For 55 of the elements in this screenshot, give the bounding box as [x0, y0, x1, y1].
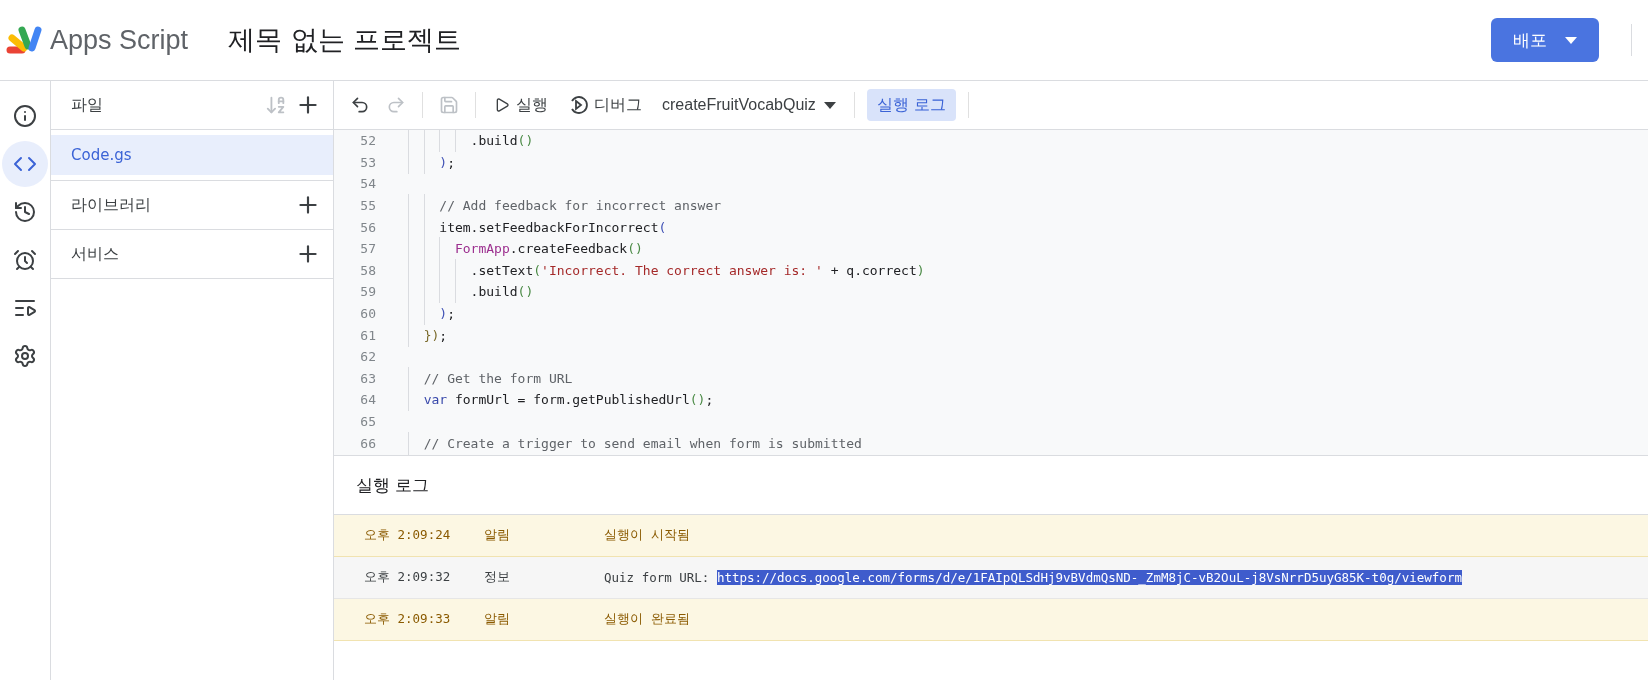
line-number: 66	[359, 435, 376, 451]
deploy-button[interactable]: 배포	[1491, 18, 1599, 62]
run-button[interactable]: 실행	[488, 90, 554, 120]
code-line: // Get the form URL	[408, 370, 573, 386]
log-level: 알림	[484, 527, 511, 544]
execution-log-toggle[interactable]: 실행 로그	[866, 89, 956, 121]
line-number: 52	[359, 133, 376, 149]
line-number: 59	[359, 284, 376, 300]
line-number: 62	[359, 349, 376, 365]
play-icon	[494, 97, 510, 113]
log-message: 실행이 시작됨	[604, 527, 690, 544]
line-number: 63	[359, 370, 376, 386]
line-number: 54	[359, 176, 376, 192]
log-message: Quiz form URL: https://docs.google.com/forms/d/e/1FAIpQLSdHj9vBVdmQsND-_ZmM8jC-vB2OuL-j8VsNrrD5uyG85K-t0g/viewform	[604, 570, 1462, 585]
line-number: 64	[359, 392, 376, 408]
log-level: 알림	[484, 611, 511, 628]
code-line: .build()	[408, 284, 534, 300]
log-level: 정보	[484, 569, 511, 586]
log-time: 오후 2:09:32	[364, 569, 452, 586]
debug-icon	[568, 95, 588, 115]
files-heading: 파일	[71, 94, 104, 116]
line-number: 65	[359, 414, 376, 429]
save-icon	[439, 95, 459, 115]
log-message: 실행이 완료됨	[604, 611, 690, 628]
code-line: item.setFeedbackForIncorrect(	[408, 219, 667, 235]
section-heading: 서비스	[71, 243, 120, 265]
log-time: 오후 2:09:24	[364, 527, 452, 544]
line-number: 60	[359, 306, 376, 322]
log-time: 오후 2:09:33	[364, 611, 452, 628]
logo-icon	[4, 24, 44, 56]
caret-icon	[823, 101, 836, 109]
line-number: 58	[359, 262, 376, 278]
undo-icon	[350, 95, 370, 115]
caret-icon	[1565, 36, 1577, 44]
project-title[interactable]: 제목 없는 프로젝트	[228, 22, 462, 58]
app-name: Apps Script	[50, 24, 189, 56]
alarm-clock-icon	[13, 248, 37, 272]
code-line: );	[408, 306, 455, 322]
line-number: 61	[359, 327, 376, 343]
code-line: .setText('Incorrect. The correct answer is: ' + q.correct)	[408, 262, 925, 278]
code-line: .build()	[408, 133, 534, 149]
line-number: 53	[359, 154, 376, 170]
debug-button[interactable]: 디버그	[562, 90, 648, 120]
line-number: 57	[359, 241, 376, 257]
line-number: 56	[359, 219, 376, 235]
settings-icon	[13, 344, 37, 368]
line-number: 55	[359, 198, 376, 214]
redo-icon	[386, 95, 406, 115]
function-dropdown[interactable]: createFruitVocabQuiz	[656, 92, 842, 118]
file-item[interactable]: Code.gs	[51, 135, 333, 175]
section-heading: 라이브러리	[71, 194, 152, 216]
sort-az-icon	[265, 94, 287, 116]
info-icon	[13, 104, 37, 128]
history-icon	[13, 200, 37, 224]
code-line: var formUrl = form.getPublishedUrl();	[408, 392, 714, 408]
